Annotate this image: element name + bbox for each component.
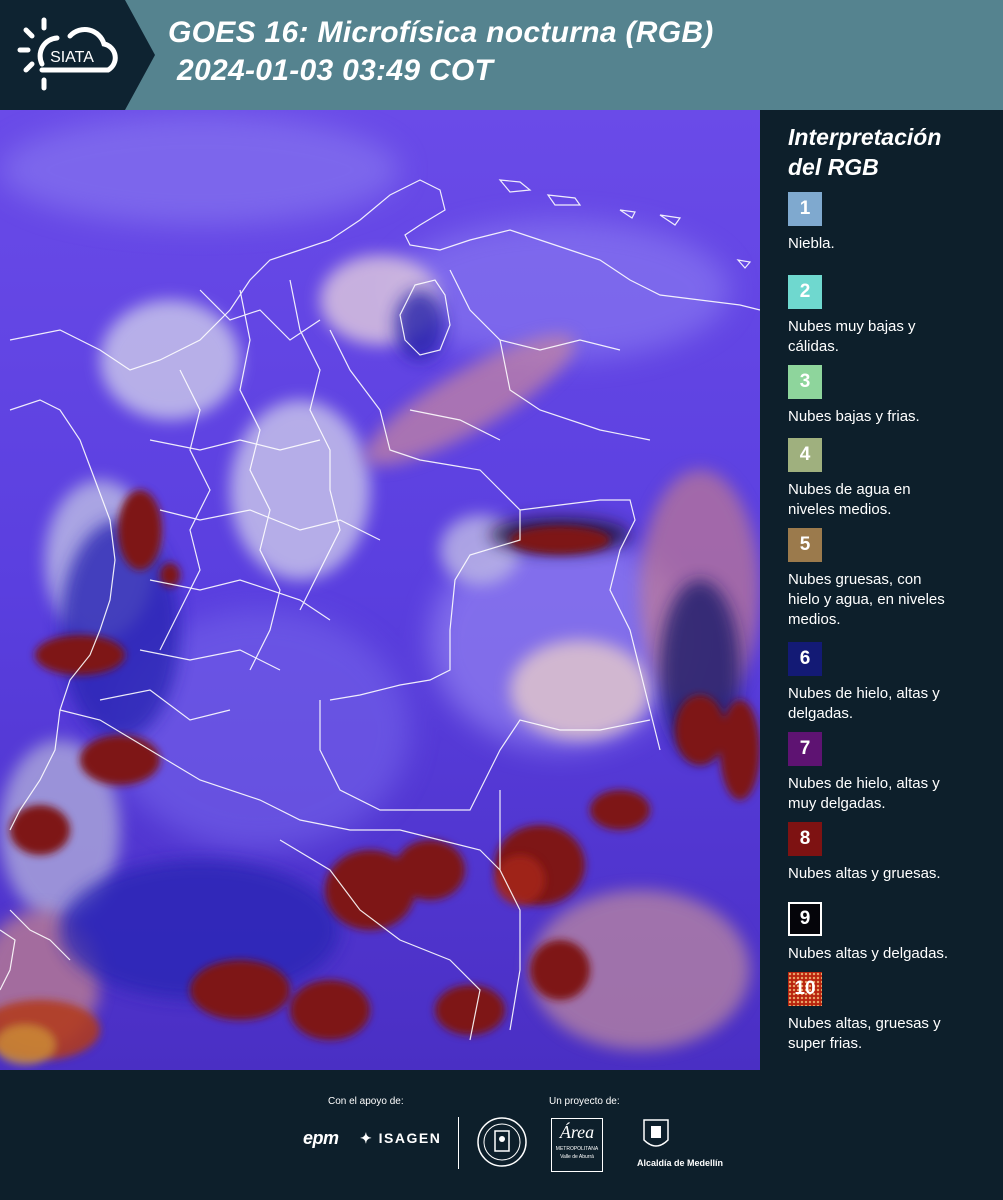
legend-label-line: Nubes altas, gruesas y: [788, 1015, 941, 1032]
isagen-text: ISAGEN: [378, 1130, 442, 1146]
legend-label-line: cálidas.: [788, 338, 839, 355]
footer-divider: [458, 1117, 459, 1169]
area-metropolitana-logo[interactable]: Área METROPOLITANA Valle de Aburrá: [551, 1118, 603, 1172]
legend-label: Nubes altas, gruesas y super frias.: [788, 1014, 993, 1054]
legend-label-line: delgadas.: [788, 705, 854, 722]
legend-swatch: 4: [788, 438, 822, 472]
legend-item-3: 3 Nubes bajas y frias.: [788, 365, 993, 427]
legend-swatch: 3: [788, 365, 822, 399]
satellite-image: [0, 110, 760, 1070]
alcaldia-shield-icon[interactable]: [640, 1118, 672, 1159]
legend-label: Niebla.: [788, 234, 993, 254]
siata-logo-text: SIATA: [50, 49, 94, 66]
legend-swatch: 8: [788, 822, 822, 856]
legend-label: Nubes altas y delgadas.: [788, 944, 993, 964]
legend-label-line: Nubes bajas y frias.: [788, 408, 920, 425]
area-sub-1: METROPOLITANA: [555, 1146, 599, 1152]
isagen-star-icon: ✦: [360, 1130, 379, 1146]
legend-swatch: 5: [788, 528, 822, 562]
isagen-logo[interactable]: ✦ ISAGEN: [360, 1130, 441, 1147]
legend-label-line: Niebla.: [788, 235, 835, 252]
legend-item-5: 5 Nubes gruesas, con hielo y agua, en nive…: [788, 528, 993, 630]
legend-label-line: Nubes altas y gruesas.: [788, 865, 941, 882]
legend-item-9: 9 Nubes altas y delgadas.: [788, 902, 993, 964]
area-logo-text: Área: [559, 1122, 595, 1142]
project-label: Un proyecto de:: [549, 1096, 620, 1107]
legend-label: Nubes de agua en niveles medios.: [788, 480, 993, 520]
legend-item-7: 7 Nubes de hielo, altas y muy delgadas.: [788, 732, 993, 814]
legend-swatch: 2: [788, 275, 822, 309]
medellin-seal-icon[interactable]: [476, 1116, 528, 1173]
legend-label: Nubes de hielo, altas y muy delgadas.: [788, 774, 993, 814]
legend-label-line: niveles medios.: [788, 501, 892, 518]
sun-cloud-icon: SIATA: [17, 17, 118, 91]
legend-label: Nubes altas y gruesas.: [788, 864, 993, 884]
legend-title-line-1: Interpretación: [788, 124, 942, 150]
legend-swatch: 9: [788, 902, 822, 936]
legend-label-line: Nubes muy bajas y: [788, 318, 916, 335]
support-label: Con el apoyo de:: [328, 1096, 404, 1107]
legend-label: Nubes bajas y frias.: [788, 407, 993, 427]
title-line-2: 2024-01-03 03:49 COT: [177, 54, 494, 87]
header-bar: SIATA GOES 16: Microfísica nocturna (RGB…: [0, 0, 1003, 110]
legend-swatch: 7: [788, 732, 822, 766]
legend-label-line: super frias.: [788, 1035, 863, 1052]
legend-title: Interpretación del RGB: [788, 122, 941, 182]
satellite-map[interactable]: [0, 110, 760, 1070]
legend-swatch: 10: [788, 972, 822, 1006]
legend-swatch: 1: [788, 192, 822, 226]
legend-label-line: Nubes altas y delgadas.: [788, 945, 949, 962]
legend-item-10: 10 Nubes altas, gruesas y super frias.: [788, 972, 993, 1054]
legend-panel: Interpretación del RGB 1 Niebla. 2 Nubes mu…: [760, 110, 1003, 1070]
legend-item-4: 4 Nubes de agua en niveles medios.: [788, 438, 993, 520]
legend-label: Nubes de hielo, altas y delgadas.: [788, 684, 993, 724]
legend-label-line: Nubes de hielo, altas y: [788, 685, 940, 702]
legend-item-2: 2 Nubes muy bajas y cálidas.: [788, 275, 993, 357]
legend-label-line: Nubes de hielo, altas y: [788, 775, 940, 792]
legend-label-line: medios.: [788, 611, 841, 628]
siata-logo[interactable]: SIATA: [0, 0, 155, 110]
legend-swatch: 6: [788, 642, 822, 676]
legend-label: Nubes gruesas, con hielo y agua, en nivel…: [788, 570, 993, 630]
epm-logo[interactable]: epm: [303, 1128, 339, 1149]
legend-item-6: 6 Nubes de hielo, altas y delgadas.: [788, 642, 993, 724]
footer: Con el apoyo de: Un proyecto de: epm ✦ I…: [0, 1070, 1003, 1200]
legend-label-line: muy delgadas.: [788, 795, 886, 812]
legend-item-8: 8 Nubes altas y gruesas.: [788, 822, 993, 884]
title-line-1: GOES 16: Microfísica nocturna (RGB): [168, 16, 714, 49]
legend-label: Nubes muy bajas y cálidas.: [788, 317, 993, 357]
legend-label-line: Nubes gruesas, con: [788, 571, 922, 588]
legend-label-line: Nubes de agua en: [788, 481, 911, 498]
alcaldia-medellin-label: Alcaldía de Medellín: [637, 1158, 724, 1168]
area-sub-2: Valle de Aburrá: [560, 1154, 594, 1160]
legend-label-line: hielo y agua, en niveles: [788, 591, 945, 608]
legend-item-1: 1 Niebla.: [788, 192, 993, 254]
legend-title-line-2: del RGB: [788, 154, 879, 180]
page-title: GOES 16: Microfísica nocturna (RGB) 2024…: [168, 14, 714, 90]
